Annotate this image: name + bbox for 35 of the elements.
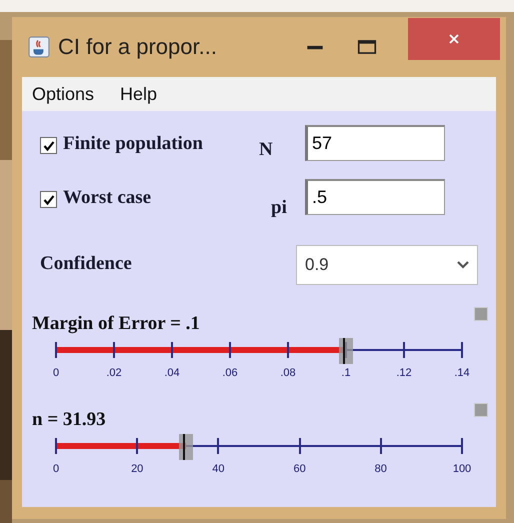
checkbox[interactable] — [40, 137, 57, 154]
chevron-icon — [457, 261, 469, 269]
tick-label: 0 — [52, 367, 60, 379]
tick-label: .08 — [280, 367, 296, 379]
tick-label: .02 — [106, 367, 122, 379]
field-label: pi — [271, 197, 288, 219]
slider-label: n = 31.93 — [32, 409, 106, 431]
checkbox[interactable] — [40, 191, 57, 208]
menu-item[interactable]: Help — [120, 84, 158, 104]
cup-icon — [28, 36, 50, 58]
window-title: CI for a propor... — [58, 34, 218, 60]
checkbox-label: Finite population — [63, 133, 204, 155]
tick-label: .04 — [164, 367, 180, 379]
tick-label: .1 — [341, 367, 351, 379]
input-field[interactable]: .5 — [305, 179, 445, 215]
confidence-dropdown[interactable]: 0.9 — [296, 245, 478, 285]
tick-label: .14 — [454, 367, 470, 379]
checkbox-label: Worst case — [63, 187, 152, 209]
tick-label: 80 — [374, 463, 387, 475]
tick-label: 20 — [131, 463, 144, 475]
slider-track[interactable] — [56, 431, 462, 461]
tick-label: .12 — [396, 367, 412, 379]
menu-item[interactable]: Options — [32, 84, 94, 104]
field-label: N — [259, 139, 274, 161]
slider-thumb[interactable] — [178, 434, 192, 460]
confidence-label: Confidence — [40, 253, 133, 275]
slider-thumb[interactable] — [338, 338, 353, 364]
slider-label: Margin of Error = .1 — [32, 313, 200, 335]
tick-label: 100 — [452, 463, 472, 475]
tick-label: 0 — [52, 463, 60, 475]
tick-label: 60 — [293, 463, 306, 475]
slider-track[interactable] — [56, 335, 462, 365]
tick-label: .06 — [222, 367, 238, 379]
tick-label: 40 — [212, 463, 225, 475]
input-field[interactable]: 57 — [305, 125, 445, 161]
